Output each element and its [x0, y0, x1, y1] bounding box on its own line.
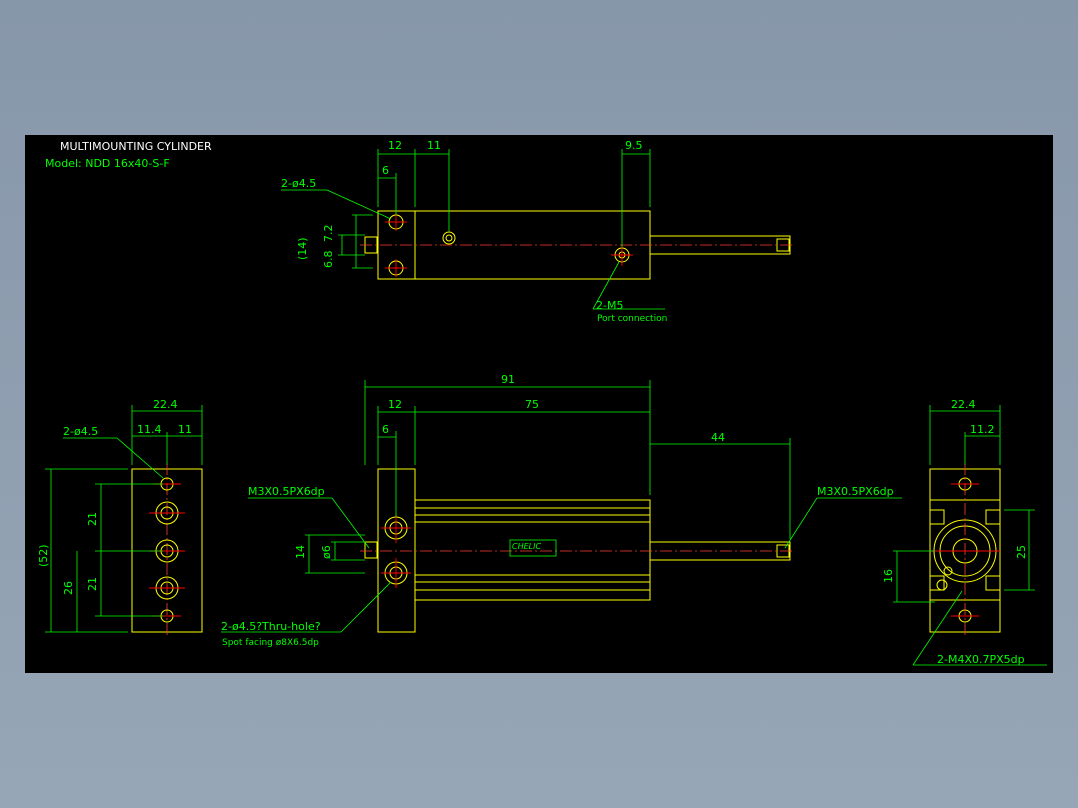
front-dim-6b: ø6: [320, 545, 333, 559]
end-dim-22-4: 22.4: [951, 398, 976, 411]
front-dim-12: 12: [388, 398, 402, 411]
end-dim-25: 25: [1015, 545, 1028, 559]
top-dim-7-2: 7.2: [322, 225, 335, 243]
top-dim-12: 12: [388, 139, 402, 152]
side-dim-21a: 21: [86, 512, 99, 526]
front-thread-left: M3X0.5PX6dp: [248, 485, 325, 498]
top-port-sub: Port connection: [597, 314, 667, 324]
top-port-left: [442, 231, 456, 245]
side-dim-11-4: 11.4: [137, 423, 162, 436]
drawing-title: MULTIMOUNTING CYLINDER: [60, 140, 212, 153]
technical-drawing: MULTIMOUNTING CYLINDER Model: NDD 16x40-…: [37, 139, 1047, 666]
side-hole-note: 2-ø4.5: [63, 425, 98, 438]
front-spot-note: Spot facing ø8X6.5dp: [222, 638, 319, 648]
cad-viewport[interactable]: MULTIMOUNTING CYLINDER Model: NDD 16x40-…: [0, 0, 1078, 808]
side-dim-52: (52): [37, 544, 50, 567]
model-label: Model: NDD 16x40-S-F: [45, 157, 170, 170]
end-view: 22.4 11.2 25 16 2-M4X0.7PX5dp: [882, 398, 1047, 666]
front-thru-note: 2-ø4.5?Thru-hole?: [221, 620, 321, 633]
top-dim-6-8: 6.8: [322, 251, 335, 269]
front-view: CHELIC 91 12 75 6 44 14 ø6 M3X0.5PX6dp M…: [221, 373, 902, 648]
top-hole-note: 2-ø4.5: [281, 177, 316, 190]
front-dim-6: 6: [382, 423, 389, 436]
top-dim-9-5: 9.5: [625, 139, 643, 152]
side-view: 22.4 11.4 11 2-ø4.5 (52) 21 21 26: [37, 398, 203, 638]
front-thread-right: M3X0.5PX6dp: [817, 485, 894, 498]
top-dim-14: (14): [296, 237, 309, 260]
top-dim-11: 11: [427, 139, 441, 152]
front-dim-75: 75: [525, 398, 539, 411]
front-endplate: [377, 468, 416, 633]
front-dim-44: 44: [711, 431, 725, 444]
front-dim-14: 14: [294, 545, 307, 559]
end-thread-note: 2-M4X0.7PX5dp: [937, 653, 1025, 666]
chelic-logo: CHELIC: [512, 542, 541, 551]
top-view: 12 11 6 9.5 2-ø4.5 (14) 6.8 7.2 2-M5 Por…: [281, 139, 795, 324]
side-dim-21b: 21: [86, 577, 99, 591]
drawing-sheet[interactable]: MULTIMOUNTING CYLINDER Model: NDD 16x40-…: [25, 135, 1053, 673]
side-dim-11: 11: [178, 423, 192, 436]
end-dim-11-2: 11.2: [970, 423, 995, 436]
side-dim-22-4: 22.4: [153, 398, 178, 411]
top-port-note: 2-M5: [596, 299, 623, 312]
front-dim-91: 91: [501, 373, 515, 386]
side-dim-26: 26: [62, 581, 75, 595]
top-dim-6: 6: [382, 164, 389, 177]
end-dim-16: 16: [882, 569, 895, 583]
